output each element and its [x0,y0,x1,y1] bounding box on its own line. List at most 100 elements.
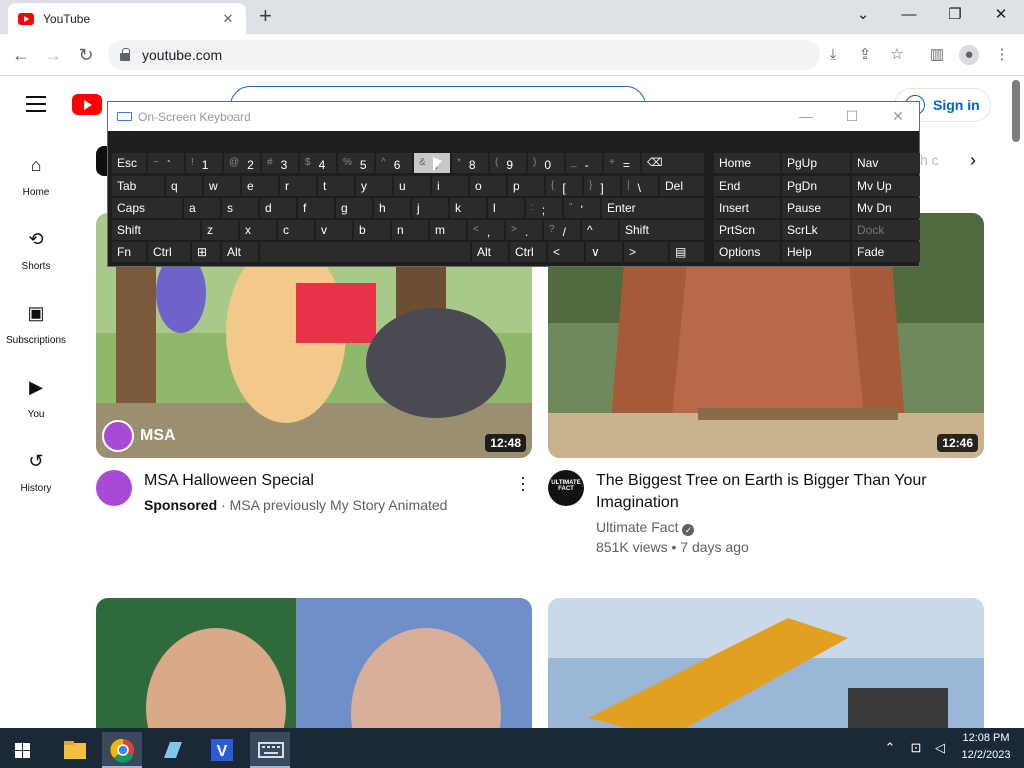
key-ctrl[interactable]: Ctrl [148,242,190,262]
key-0[interactable]: ) 0 [528,153,564,173]
key-o[interactable]: o [470,176,506,196]
key-key[interactable]: :; [526,198,562,218]
key-alt[interactable]: Alt [222,242,258,262]
clock-time[interactable]: 12:08 PM [956,732,1016,744]
key-6[interactable]: ^ 6 [376,153,412,173]
guide-menu-icon[interactable] [26,96,46,112]
key-4[interactable]: $4 [300,153,336,173]
key-prtscn[interactable]: PrtScn [714,220,780,240]
key-windows[interactable]: ⊞ [192,242,220,262]
chrome-icon[interactable] [102,732,142,768]
key-w[interactable]: w [204,176,240,196]
key-n[interactable]: n [392,220,428,240]
notepad-icon[interactable] [152,732,192,768]
key-enter[interactable]: Enter [602,198,704,218]
file-explorer-icon[interactable] [54,732,94,768]
osk-maximize-button[interactable]: ☐ [842,108,862,125]
key-esc[interactable]: Esc [112,153,146,173]
start-icon[interactable] [2,732,42,768]
key-x[interactable]: x [240,220,276,240]
key-e[interactable]: e [242,176,278,196]
key-key[interactable]: + = [604,153,640,173]
guide-item-you[interactable]: ▶ You [0,376,72,422]
network-icon[interactable]: ⊡ [906,740,926,756]
key-1[interactable]: ! 1 [186,153,222,173]
tab-search-icon[interactable]: ⌄ [848,4,878,26]
key-5[interactable]: % 5 [338,153,374,173]
chip-partial-text[interactable]: h c [920,152,939,168]
profile-icon[interactable]: ● [959,45,979,65]
key-help[interactable]: Help [782,242,850,262]
key-key[interactable]: ~ ` [148,153,184,173]
key-key[interactable]: ^ [582,220,618,240]
key-left-arrow[interactable]: < [548,242,584,262]
key-mv-up[interactable]: Mv Up [852,176,920,196]
share-icon[interactable]: ⇪ [855,45,875,65]
minimize-button[interactable]: — [894,4,924,26]
key-k[interactable]: k [450,198,486,218]
key-key[interactable]: >. [506,220,542,240]
key-pause[interactable]: Pause [782,198,850,218]
key-shift[interactable]: Shift [620,220,704,240]
key-g[interactable]: g [336,198,372,218]
key-bracket[interactable]: }] [584,176,620,196]
osk-titlebar[interactable]: On-Screen Keyboard — ☐ ✕ [108,102,919,131]
more-actions-icon[interactable]: · · · [520,468,526,498]
chrome-menu-icon[interactable]: ⋮ [992,45,1012,65]
key-v[interactable]: v [316,220,352,240]
channel-avatar-msa[interactable] [96,470,132,506]
channel-name[interactable]: MSA previously My Story Animated [230,497,448,513]
key-options[interactable]: Options [714,242,780,262]
key-l[interactable]: l [488,198,524,218]
address-bar[interactable]: youtube.com [108,40,820,70]
key-fade[interactable]: Fade [852,242,920,262]
key-m[interactable]: m [430,220,466,240]
key-z[interactable]: z [202,220,238,240]
key-b[interactable]: b [354,220,390,240]
key-key[interactable]: " ' [564,198,600,218]
key-t[interactable]: t [318,176,354,196]
clock-date[interactable]: 12/2/2023 [956,749,1016,761]
key-home[interactable]: Home [714,153,780,173]
guide-item-subscriptions[interactable]: ▣ Subscriptions [0,302,72,348]
key-h[interactable]: h [374,198,410,218]
install-app-icon[interactable]: ⤓ [823,45,843,65]
key-7[interactable]: & 7 [414,153,450,173]
key-9[interactable]: (9 [490,153,526,173]
new-tab-button[interactable]: + [259,5,272,27]
youtube-logo-icon[interactable] [72,94,102,115]
key-shift[interactable]: Shift [112,220,200,240]
key-del[interactable]: Del [660,176,704,196]
video-title[interactable]: MSA Halloween Special [144,470,504,492]
key-u[interactable]: u [394,176,430,196]
guide-item-history[interactable]: ↺ History [0,450,72,496]
osk-minimize-button[interactable]: — [796,108,816,124]
volume-muted-icon[interactable]: ◁ [930,740,950,756]
key-key[interactable]: _ - [566,153,602,173]
key-alt-right[interactable]: Alt [472,242,508,262]
guide-item-home[interactable]: ⌂ Home [0,154,72,200]
key-down-arrow[interactable]: ∨ [586,242,622,262]
key-caps[interactable]: Caps [112,198,182,218]
key-bracket[interactable]: {[ [546,176,582,196]
guide-item-shorts[interactable]: ⟲ Shorts [0,228,72,274]
key-q[interactable]: q [166,176,202,196]
key-i[interactable]: i [432,176,468,196]
key-menu[interactable]: ▤ [670,242,704,262]
key-c[interactable]: c [278,220,314,240]
key-space[interactable] [260,242,470,262]
key-key[interactable]: ⌫ [642,153,704,173]
key-key[interactable]: ? / [544,220,580,240]
tray-overflow-icon[interactable]: ⌃ [880,740,900,756]
key-8[interactable]: * 8 [452,153,488,173]
key-key[interactable]: <, [468,220,504,240]
on-screen-keyboard-icon[interactable] [250,732,290,768]
key-tab[interactable]: Tab [112,176,164,196]
key-j[interactable]: j [412,198,448,218]
key-mv-dn[interactable]: Mv Dn [852,198,920,218]
key-bracket[interactable]: | \ [622,176,658,196]
key-f[interactable]: f [298,198,334,218]
key-pgdn[interactable]: PgDn [782,176,850,196]
reload-button[interactable]: ↻ [75,44,97,66]
key-d[interactable]: d [260,198,296,218]
